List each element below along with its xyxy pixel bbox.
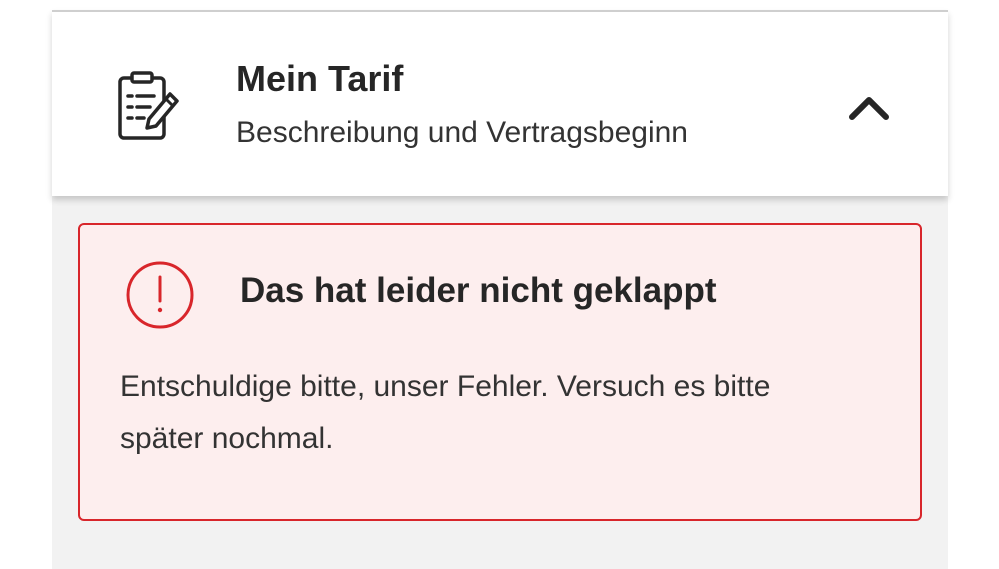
tariff-panel: Mein Tarif Beschreibung und Vertragsbegi…: [52, 10, 948, 569]
chevron-up-icon[interactable]: [848, 92, 890, 122]
error-title: Das hat leider nicht geklappt: [240, 271, 717, 310]
tariff-title: Mein Tarif: [236, 58, 404, 99]
tariff-subtitle: Beschreibung und Vertragsbeginn: [236, 116, 688, 149]
error-notification: Das hat leider nicht geklappt Entschuldi…: [78, 223, 922, 521]
tariff-accordion-header[interactable]: Mein Tarif Beschreibung und Vertragsbegi…: [52, 10, 948, 196]
contract-edit-icon: [118, 71, 179, 140]
error-message: Entschuldige bitte, unser Fehler. Versuc…: [120, 370, 771, 455]
alert-circle-icon: [126, 261, 194, 329]
